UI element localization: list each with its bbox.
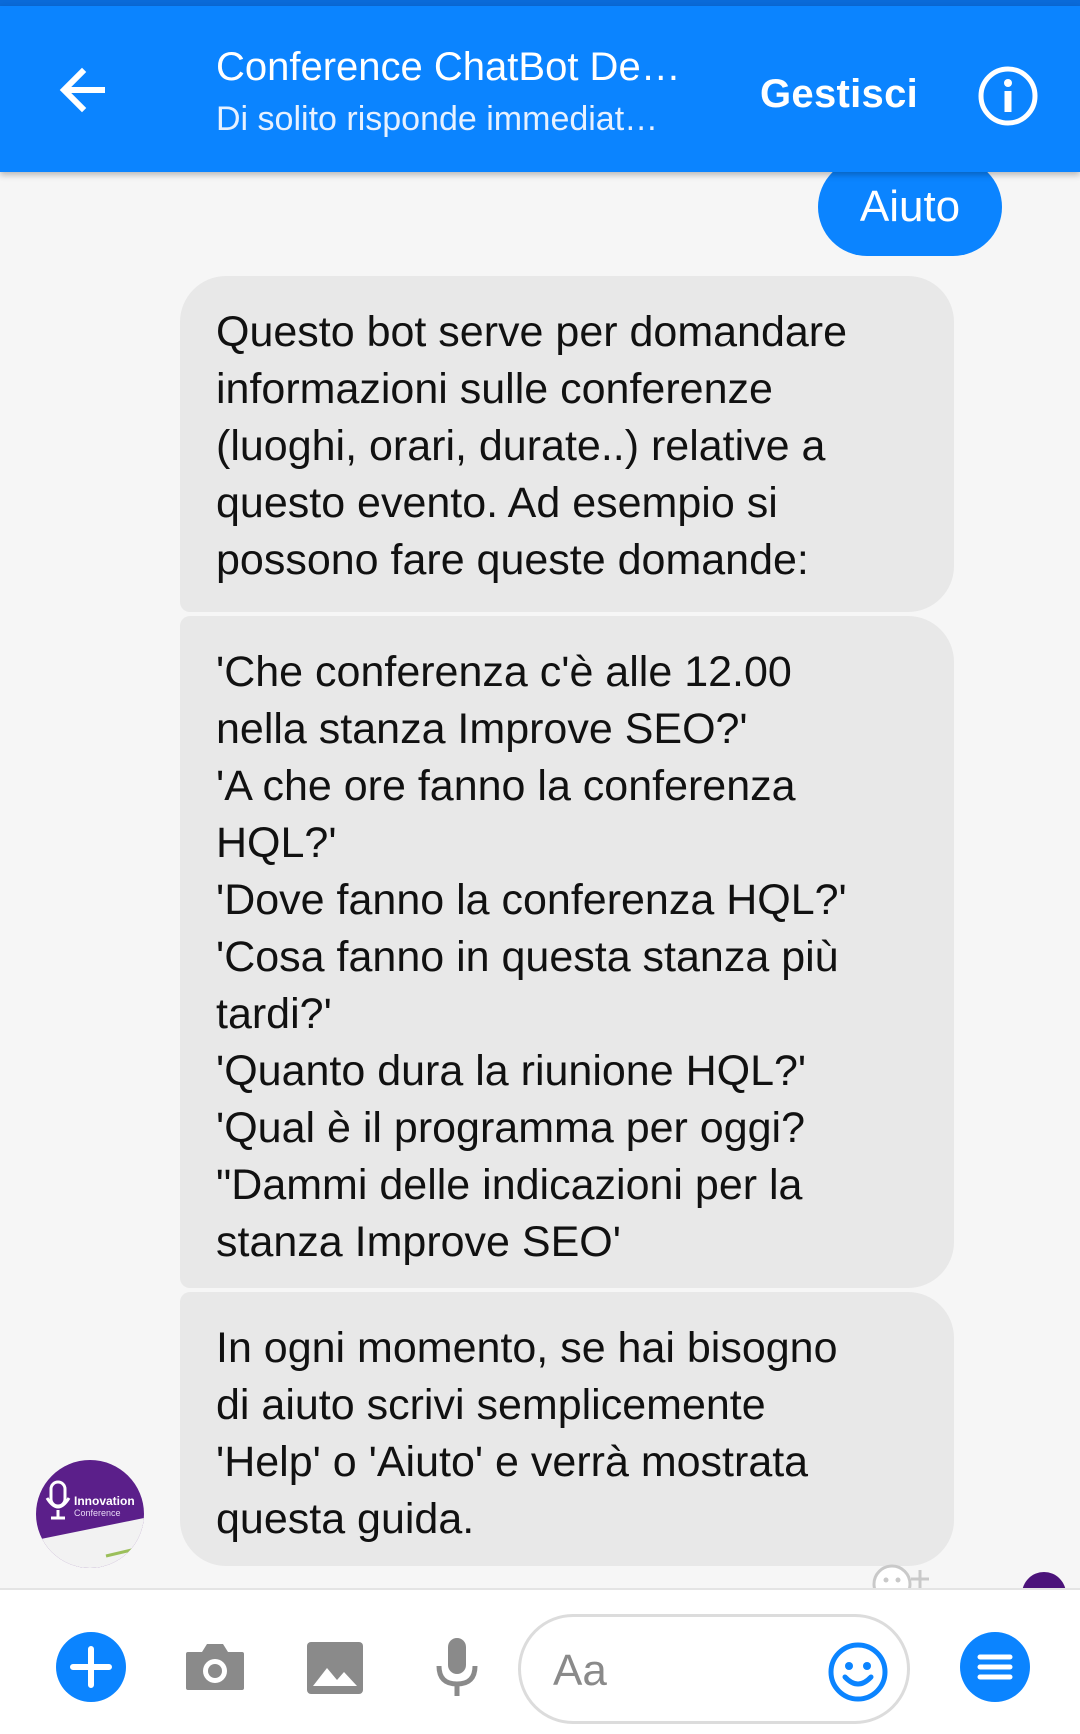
user-message-bubble[interactable]: Aiuto <box>818 172 1002 256</box>
message-line: questo evento. Ad esempio si <box>216 479 778 527</box>
response-status: Di solito risponde immediat… <box>216 100 659 138</box>
message-line: In ogni momento, se hai bisogno <box>216 1324 838 1372</box>
info-button[interactable] <box>976 64 1040 128</box>
menu-button[interactable] <box>958 1630 1032 1704</box>
microphone-icon <box>436 1638 478 1696</box>
camera-button[interactable] <box>178 1630 252 1704</box>
message-line: 'Che conferenza c'è alle 12.00 <box>216 648 792 696</box>
message-line: 'A che ore fanno la conferenza <box>216 762 796 810</box>
smiley-plus-icon <box>872 1564 929 1588</box>
message-input-container[interactable] <box>518 1614 910 1724</box>
bot-avatar[interactable]: Innovation Conference <box>36 1460 144 1568</box>
conversation-title-area[interactable]: Conference ChatBot De… Di solito rispond… <box>216 42 686 142</box>
message-line: Questo bot serve per domandare <box>216 308 848 356</box>
message-line: informazioni sulle conferenze <box>216 365 773 413</box>
message-thread[interactable]: Aiuto Questo bot serve per domandare inf… <box>0 172 1080 1588</box>
message-line: "Dammi delle indicazioni per la <box>216 1161 803 1209</box>
back-button[interactable] <box>52 58 116 122</box>
message-line: 'Quanto dura la riunione HQL?' <box>216 1047 807 1095</box>
add-reaction-button[interactable] <box>868 1558 940 1588</box>
message-line: questa guida. <box>216 1495 475 1543</box>
message-line: 'Help' o 'Aiuto' e verrà mostrata <box>216 1438 809 1486</box>
manage-button[interactable]: Gestisci <box>760 64 918 124</box>
message-input[interactable] <box>553 1643 803 1699</box>
info-icon <box>978 66 1038 126</box>
photo-icon <box>307 1642 363 1694</box>
message-composer <box>0 1588 1080 1734</box>
message-line: 'Cosa fanno in questa stanza più <box>216 933 839 981</box>
bot-message-bubble[interactable]: In ogni momento, se hai bisogno di aiuto… <box>180 1292 954 1566</box>
message-line: di aiuto scrivi semplicemente <box>216 1381 766 1429</box>
menu-icon <box>960 1632 1030 1702</box>
conversation-title: Conference ChatBot De… <box>216 45 681 89</box>
plus-icon <box>56 1632 126 1702</box>
avatar-logo-subtext: Conference <box>74 1508 121 1518</box>
chat-header: Conference ChatBot De… Di solito rispond… <box>0 6 1080 172</box>
message-line: tardi?' <box>216 990 332 1038</box>
more-actions-button[interactable] <box>54 1630 128 1704</box>
bot-message-bubble[interactable]: Questo bot serve per domandare informazi… <box>180 276 954 612</box>
message-line: nella stanza Improve SEO?' <box>216 705 748 753</box>
arrow-left-icon <box>59 67 105 113</box>
message-line: (luoghi, orari, durate..) relative a <box>216 422 826 470</box>
smiley-icon <box>828 1642 888 1702</box>
message-line: stanza Improve SEO' <box>216 1218 621 1266</box>
bot-message-bubble[interactable]: 'Che conferenza c'è alle 12.00 nella sta… <box>180 616 954 1288</box>
message-line: 'Dove fanno la conferenza HQL?' <box>216 876 847 924</box>
message-line: HQL?' <box>216 819 337 867</box>
message-line: possono fare queste domande: <box>216 536 809 584</box>
message-line: 'Qual è il programma per oggi? <box>216 1104 806 1152</box>
gallery-button[interactable] <box>298 1630 372 1704</box>
voice-button[interactable] <box>420 1630 494 1704</box>
emoji-button[interactable] <box>827 1641 889 1703</box>
avatar-logo-text: Innovation <box>74 1494 135 1508</box>
seen-indicator <box>1022 1572 1066 1588</box>
camera-icon <box>186 1644 244 1690</box>
